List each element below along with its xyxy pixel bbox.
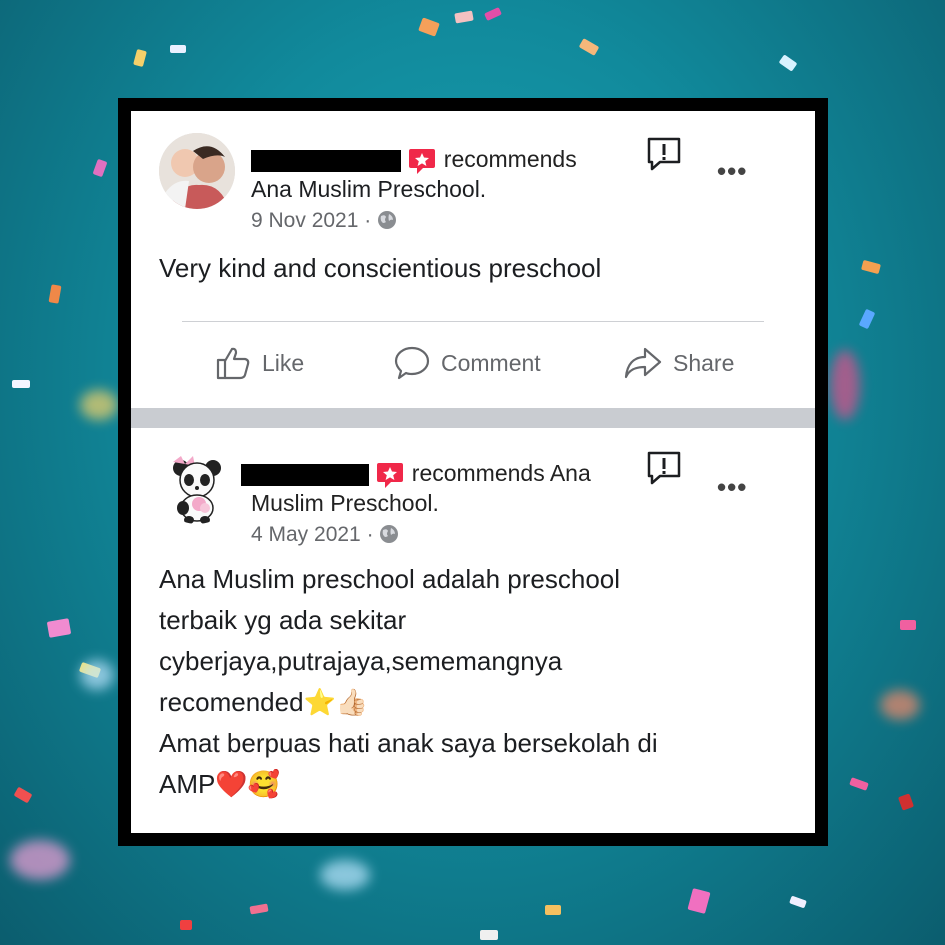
like-label: Like bbox=[262, 349, 305, 376]
confetti-piece bbox=[48, 284, 62, 304]
report-icon[interactable] bbox=[646, 450, 682, 486]
comment-label: Comment bbox=[441, 349, 541, 376]
panda-avatar-icon bbox=[159, 448, 235, 524]
post-body-line: Amat berpuas hati anak saya bersekolah d… bbox=[159, 728, 658, 758]
globe-icon bbox=[380, 525, 399, 543]
confetti-piece bbox=[454, 10, 474, 24]
recommend-badge-icon bbox=[409, 149, 436, 174]
post-header: recommends bbox=[251, 146, 577, 176]
comment-icon bbox=[394, 346, 430, 380]
post-date[interactable]: 4 May 2021 bbox=[251, 523, 361, 546]
reviews-card: recommends Ana Muslim Preschool. 9 Nov 2… bbox=[131, 111, 815, 833]
divider bbox=[182, 321, 764, 322]
avatar[interactable] bbox=[159, 133, 235, 209]
confetti-piece bbox=[92, 158, 108, 178]
confetti-piece bbox=[133, 48, 147, 68]
more-icon[interactable]: ••• bbox=[717, 472, 747, 503]
share-label: Share bbox=[673, 349, 735, 376]
post-body-line: cyberjaya,putrajaya,sememangnya bbox=[159, 646, 563, 676]
confetti-piece bbox=[849, 777, 869, 791]
post-body-line: terbaik yg ada sekitar bbox=[159, 605, 407, 635]
page-name[interactable]: Ana Muslim Preschool. bbox=[251, 176, 486, 202]
confetti-piece bbox=[46, 618, 72, 638]
bokeh-light bbox=[320, 860, 370, 890]
confetti-piece bbox=[687, 888, 711, 914]
review-post-1: recommends Ana Muslim Preschool. 9 Nov 2… bbox=[131, 111, 815, 408]
confetti-piece bbox=[418, 17, 440, 37]
page-name-link[interactable]: Ana Muslim Preschool. bbox=[251, 176, 486, 203]
confetti-piece bbox=[480, 930, 498, 940]
post-body: Ana Muslim preschool adalah preschool te… bbox=[159, 559, 658, 805]
post-date-line: 9 Nov 2021 · bbox=[251, 209, 397, 233]
confetti-piece bbox=[12, 380, 30, 388]
date-separator: · bbox=[364, 209, 372, 232]
bokeh-light bbox=[80, 660, 114, 690]
post-body: Very kind and conscientious preschool bbox=[159, 253, 602, 283]
more-icon[interactable]: ••• bbox=[717, 156, 747, 187]
redacted-name bbox=[251, 150, 401, 172]
bokeh-light bbox=[880, 690, 920, 720]
post-date-line: 4 May 2021 · bbox=[251, 523, 399, 547]
page-name[interactable]: Muslim Preschool. bbox=[251, 490, 439, 516]
confetti-piece bbox=[861, 259, 881, 275]
screenshot-frame: recommends Ana Muslim Preschool. 9 Nov 2… bbox=[118, 98, 828, 846]
post-body-line: Ana Muslim preschool adalah preschool bbox=[159, 564, 621, 594]
confetti-piece bbox=[13, 786, 33, 804]
avatar[interactable] bbox=[159, 448, 235, 524]
date-separator: · bbox=[366, 523, 374, 546]
bokeh-light bbox=[10, 840, 70, 880]
avatar-photo-icon bbox=[159, 133, 235, 209]
recommends-text[interactable]: recommends Ana bbox=[412, 460, 591, 486]
like-icon bbox=[216, 347, 250, 380]
redacted-name bbox=[241, 464, 369, 486]
confetti-piece bbox=[900, 620, 916, 630]
confetti-piece bbox=[858, 308, 876, 330]
confetti-piece bbox=[897, 793, 915, 811]
confetti-piece bbox=[180, 920, 192, 930]
confetti-piece bbox=[578, 38, 600, 56]
share-button[interactable]: Share bbox=[623, 344, 734, 382]
confetti-piece bbox=[484, 6, 502, 22]
bokeh-light bbox=[80, 390, 118, 420]
recommends-text: recommends bbox=[443, 146, 577, 173]
post-header: recommends Ana bbox=[241, 460, 591, 490]
share-icon bbox=[624, 347, 662, 379]
post-separator bbox=[131, 408, 815, 428]
confetti-piece bbox=[249, 903, 269, 915]
post-body-line: AMP❤️🥰 bbox=[159, 769, 281, 799]
bokeh-light bbox=[830, 350, 860, 420]
comment-button[interactable]: Comment bbox=[393, 344, 541, 382]
post-body-line: recomended⭐👍🏻 bbox=[159, 687, 369, 717]
confetti-piece bbox=[789, 895, 807, 909]
like-button[interactable]: Like bbox=[214, 344, 304, 382]
confetti-piece bbox=[545, 905, 561, 915]
report-icon[interactable] bbox=[646, 136, 682, 172]
post-date[interactable]: 9 Nov 2021 bbox=[251, 209, 358, 232]
recommend-badge-icon bbox=[377, 463, 404, 488]
confetti-piece bbox=[170, 45, 186, 53]
review-post-2: recommends Ana Muslim Preschool. 4 May 2… bbox=[131, 428, 815, 833]
page-name-link[interactable]: Muslim Preschool. bbox=[251, 490, 439, 517]
confetti-piece bbox=[778, 54, 798, 72]
globe-icon bbox=[378, 211, 397, 229]
